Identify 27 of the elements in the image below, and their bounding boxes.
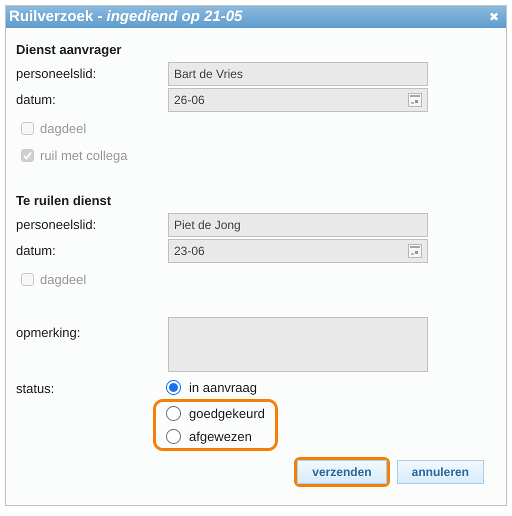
field-label: datum: bbox=[16, 91, 57, 110]
radio-button[interactable] bbox=[166, 429, 181, 444]
input-field[interactable]: Piet de Jong bbox=[168, 213, 428, 237]
input-field[interactable]: 26-06 bbox=[168, 88, 428, 112]
field-label: personeelslid: bbox=[16, 65, 98, 84]
window-title: Ruilverzoek - ingediend op 21-05 bbox=[9, 6, 242, 27]
section-heading: Te ruilen dienst bbox=[16, 192, 112, 210]
remark-field[interactable] bbox=[168, 317, 428, 372]
dialog-button[interactable]: verzenden bbox=[297, 460, 387, 484]
radio-button[interactable] bbox=[166, 380, 181, 395]
field-label: datum: bbox=[16, 242, 57, 260]
radio-label: afgewezen bbox=[189, 428, 252, 446]
radio-button[interactable] bbox=[166, 406, 181, 421]
checkbox-label: ruil met collega bbox=[40, 146, 128, 165]
calendar-icon[interactable] bbox=[408, 93, 422, 107]
input-field[interactable]: Bart de Vries bbox=[168, 62, 428, 86]
checkbox-label: dagdeel bbox=[40, 120, 86, 138]
radio-label: in aanvraag bbox=[189, 378, 257, 397]
field-label: opmerking: bbox=[16, 324, 82, 342]
input-field[interactable]: 23-06 bbox=[168, 239, 428, 263]
dialog-button[interactable]: annuleren bbox=[396, 460, 484, 484]
radio-label: goedgekeurd bbox=[189, 404, 265, 423]
field-label: personeelslid: bbox=[16, 216, 98, 234]
section-heading: Dienst aanvrager bbox=[16, 41, 122, 59]
field-label: status: bbox=[16, 380, 56, 398]
checkbox-label: dagdeel bbox=[40, 270, 86, 289]
calendar-icon[interactable] bbox=[408, 244, 422, 258]
